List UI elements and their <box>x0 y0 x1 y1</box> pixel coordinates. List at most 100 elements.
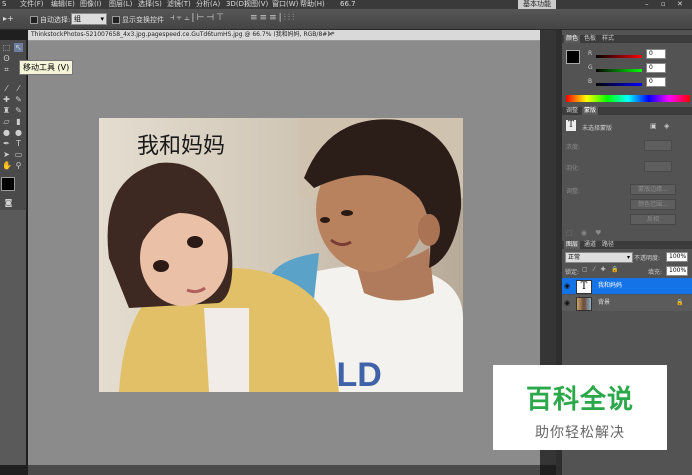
history-brush-icon[interactable]: ✎ <box>14 106 23 115</box>
tab-paths[interactable]: 路径 <box>600 241 616 249</box>
move-tool-preset-icon[interactable]: ▸+ <box>3 14 14 23</box>
tab-masks[interactable]: 蒙版 <box>582 107 599 115</box>
feather-field[interactable] <box>644 161 672 172</box>
quick-mask-icon[interactable]: ◙ <box>4 198 13 207</box>
tab-channels[interactable]: 通道 <box>582 241 598 249</box>
layer-row-background[interactable]: ◉ 背景 🔒 <box>562 295 692 311</box>
shape-icon[interactable]: ▭ <box>14 150 23 159</box>
type-layer-icon: T <box>566 120 576 131</box>
workspace-margin <box>0 210 26 465</box>
color-range-button[interactable]: 颜色范围... <box>630 199 676 210</box>
invert-button[interactable]: 反相 <box>630 214 676 225</box>
pixel-mask-icon[interactable]: ▣ <box>650 122 657 130</box>
canvas-text-layer[interactable]: 我和妈妈 <box>137 128 225 160</box>
mask-panel-footer-icons[interactable]: ⬚ ◉ ♥ <box>566 229 604 237</box>
blend-mode-dropdown[interactable]: 正常 ▾ <box>565 252 633 263</box>
healing-brush-icon[interactable]: ✚ <box>2 95 11 104</box>
layer-lock-icon: 🔒 <box>676 299 684 306</box>
path-select-icon[interactable]: ➤ <box>2 150 11 159</box>
visibility-eye-icon[interactable]: ◉ <box>564 299 570 307</box>
tab-styles[interactable]: 样式 <box>600 35 616 43</box>
tab-swatches[interactable]: 色板 <box>582 35 598 43</box>
eyedropper-icon[interactable]: ⁄ <box>2 84 11 93</box>
zoom-level[interactable]: 66.7 <box>340 0 356 9</box>
channel-r-slider[interactable] <box>596 55 642 58</box>
layer-row-text[interactable]: ◉ T 我和妈妈 <box>562 278 692 294</box>
document-title: ThinkstockPhotos-521007658_4x3.jpg.pages… <box>31 31 335 38</box>
auto-select-dropdown[interactable]: 组 ▾ <box>71 13 107 25</box>
chevron-down-icon: ▾ <box>626 254 630 261</box>
show-transform-checkbox[interactable]: 显示变换控件 <box>112 15 164 25</box>
refine-label: 调整: <box>566 188 581 195</box>
menu-select[interactable]: 选择(S) <box>138 0 162 9</box>
tab-layers[interactable]: 图层 <box>564 241 581 249</box>
opacity-field[interactable]: 100% <box>666 252 688 262</box>
options-bar: ▸+ 自动选择: 组 ▾ 显示变换控件 ⫞⫟⫠|⊢⊣⊤ ≡≡≡|⫶⫶⫶ <box>0 9 692 30</box>
crop-icon[interactable]: ⌗ <box>2 65 11 74</box>
minimize-icon[interactable]: – <box>645 0 649 9</box>
chevron-down-icon: ▾ <box>100 15 104 23</box>
density-field[interactable] <box>644 140 672 151</box>
zoom-icon[interactable]: ⚲ <box>14 161 23 170</box>
auto-select-label: 自动选择: <box>40 16 71 24</box>
channel-b-slider[interactable] <box>596 83 642 86</box>
document-tab[interactable]: ThinkstockPhotos-521007658_4x3.jpg.pages… <box>28 30 540 41</box>
foreground-color-swatch[interactable] <box>1 177 15 191</box>
channel-g-field[interactable]: 0 <box>646 63 666 73</box>
menu-window[interactable]: 窗口(W) <box>272 0 298 9</box>
channel-r-label: R <box>588 50 593 57</box>
opacity-label: 不透明度: <box>634 255 661 262</box>
lock-label: 锁定: <box>565 269 580 276</box>
lock-icons[interactable]: ▢ ⁄ ✚ 🔒 <box>582 266 621 273</box>
layer-name[interactable]: 我和妈妈 <box>598 278 622 294</box>
workspace-button[interactable]: 基本功能 <box>518 0 556 9</box>
layer-name[interactable]: 背景 <box>598 295 610 311</box>
hand-icon[interactable]: ✋ <box>2 161 12 170</box>
menu-layer[interactable]: 图层(L) <box>109 0 132 9</box>
marquee-icon[interactable]: ⬚ <box>2 43 11 52</box>
feather-label: 羽化: <box>566 165 581 172</box>
blur-icon[interactable]: ● <box>2 128 11 137</box>
restore-icon[interactable]: ▫ <box>661 0 666 9</box>
channel-r-field[interactable]: 0 <box>646 49 666 59</box>
move-tool-icon[interactable]: ↖ <box>14 43 23 52</box>
menu-edit[interactable]: 编辑(E) <box>51 0 75 9</box>
status-bar <box>28 465 540 475</box>
auto-select-checkbox[interactable]: 自动选择: <box>30 15 70 25</box>
mask-edge-button[interactable]: 蒙版边缘... <box>630 184 676 195</box>
gradient-icon[interactable]: ▮ <box>14 117 23 126</box>
color-panel-tabs: 颜色 色板 样式 <box>562 35 692 43</box>
pen-icon[interactable]: ✒ <box>2 139 11 148</box>
tab-adjustments[interactable]: 调整 <box>564 107 580 115</box>
type-tool-icon[interactable]: T <box>14 139 23 148</box>
density-label: 浓度: <box>566 144 581 151</box>
ruler-icon[interactable]: ⁄ <box>14 84 23 93</box>
layers-panel-tabs: 图层 通道 路径 <box>562 241 692 249</box>
close-tab-icon[interactable]: ✕ <box>328 30 333 40</box>
channel-g-slider[interactable] <box>596 69 642 72</box>
menu-view[interactable]: 视图(V) <box>244 0 268 9</box>
brush-icon[interactable]: ✎ <box>14 95 23 104</box>
tab-color[interactable]: 颜色 <box>564 35 581 43</box>
dodge-icon[interactable]: ● <box>14 128 23 137</box>
eraser-icon[interactable]: ▱ <box>2 117 11 126</box>
align-icons[interactable]: ⫞⫟⫠|⊢⊣⊤ <box>170 13 226 23</box>
checkbox-icon <box>30 16 38 24</box>
vector-mask-icon[interactable]: ◈ <box>664 122 669 130</box>
fill-field[interactable]: 100% <box>666 266 688 276</box>
menu-analysis[interactable]: 分析(A) <box>196 0 220 9</box>
close-icon[interactable]: ✕ <box>677 0 683 9</box>
color-spectrum-bar[interactable] <box>566 95 690 102</box>
menu-filter[interactable]: 滤镜(T) <box>167 0 191 9</box>
menu-image[interactable]: 图像(I) <box>80 0 102 9</box>
distribute-icons[interactable]: ≡≡≡|⫶⫶⫶ <box>250 13 296 23</box>
clone-stamp-icon[interactable]: ♜ <box>2 106 11 115</box>
channel-b-field[interactable]: 0 <box>646 77 666 87</box>
lasso-icon[interactable]: ʘ <box>2 54 11 63</box>
move-tool-tooltip: 移动工具 (V) <box>19 60 74 75</box>
visibility-eye-icon[interactable]: ◉ <box>564 282 570 290</box>
menu-help[interactable]: 帮助(H) <box>300 0 325 9</box>
auto-select-value: 组 <box>74 15 81 23</box>
menu-file[interactable]: 文件(F) <box>20 0 44 9</box>
color-panel-foreground[interactable] <box>566 50 580 64</box>
